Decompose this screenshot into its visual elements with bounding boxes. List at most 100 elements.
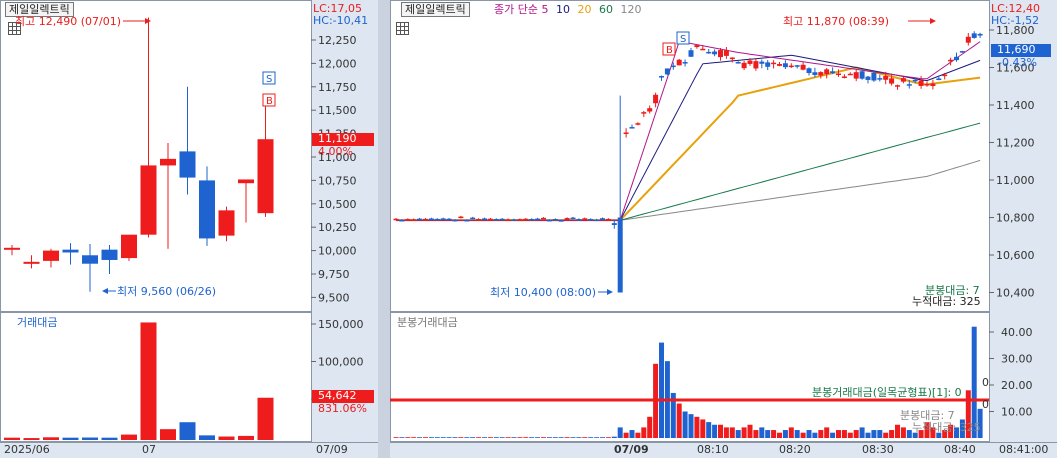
volume-bar bbox=[723, 427, 729, 438]
volume-bar bbox=[405, 437, 411, 438]
buy-marker: B bbox=[666, 45, 673, 56]
minute-x-label-1: 08:10 bbox=[697, 443, 729, 456]
minute-x-label-3: 08:30 bbox=[862, 443, 894, 456]
volume-bar bbox=[700, 419, 706, 438]
y-tick-label: 11,000 bbox=[996, 174, 1035, 187]
volume-bar bbox=[824, 427, 830, 438]
volume-bar bbox=[434, 437, 440, 438]
candle-body bbox=[741, 62, 747, 69]
volume-bar bbox=[411, 437, 417, 438]
candle-body bbox=[199, 180, 215, 239]
volume-bar bbox=[570, 437, 576, 438]
volume-bar bbox=[759, 427, 765, 438]
candle-body bbox=[393, 218, 399, 221]
y-tick-label: 11,200 bbox=[996, 137, 1035, 150]
sell-marker: S bbox=[266, 74, 272, 85]
volume-zero-label: 0 bbox=[982, 376, 989, 389]
candle-body bbox=[694, 45, 700, 48]
candle-body bbox=[818, 72, 824, 76]
volume-overlay-cum: 누적대금: 325 bbox=[912, 421, 981, 434]
candle-body bbox=[140, 165, 157, 235]
candle-body bbox=[859, 71, 865, 79]
candle-body bbox=[552, 219, 558, 221]
volume-bar bbox=[635, 432, 641, 438]
volume-bar bbox=[428, 437, 434, 438]
volume-bar bbox=[895, 424, 900, 438]
sell-marker: S bbox=[680, 34, 686, 45]
candle-body bbox=[747, 60, 753, 64]
vol-tick-label: 30.00 bbox=[1001, 353, 1033, 366]
volume-bar bbox=[535, 437, 541, 438]
volume-bar bbox=[393, 437, 399, 438]
volume-line-label: 분봉거래대금(일목균형표)[1]: 0 bbox=[812, 386, 962, 399]
y-tick-label: 10,250 bbox=[318, 221, 357, 234]
candle-body bbox=[971, 33, 977, 38]
volume-bar bbox=[482, 437, 487, 438]
volume-bar bbox=[541, 437, 546, 438]
candle-body bbox=[493, 219, 499, 221]
volume-bar bbox=[62, 437, 79, 440]
volume-bar bbox=[423, 437, 428, 438]
volume-bar bbox=[257, 397, 274, 440]
candle-body bbox=[900, 78, 906, 82]
daily-price-pct: 4.00% bbox=[318, 145, 353, 158]
y-tick-label: 11,500 bbox=[318, 104, 357, 117]
volume-bar bbox=[446, 437, 452, 438]
candle-body bbox=[257, 139, 274, 214]
volume-bar bbox=[4, 437, 20, 440]
candle-body bbox=[541, 217, 546, 220]
candle-body bbox=[179, 151, 196, 178]
volume-bar bbox=[830, 432, 836, 438]
candle-body bbox=[523, 218, 529, 221]
vol-tick-label: 150,000 bbox=[318, 318, 364, 331]
volume-bar bbox=[588, 437, 594, 438]
volume-bar bbox=[853, 430, 859, 438]
candle-body bbox=[906, 84, 912, 86]
candle-body bbox=[847, 73, 853, 76]
chart-splitter[interactable] bbox=[378, 0, 390, 458]
candle-body bbox=[830, 71, 836, 74]
volume-bar bbox=[600, 437, 605, 438]
candle-body bbox=[101, 249, 118, 260]
volume-bar bbox=[121, 434, 137, 440]
volume-bar bbox=[160, 429, 176, 440]
candle-body bbox=[965, 36, 971, 43]
volume-bar bbox=[788, 427, 794, 438]
volume-bar bbox=[576, 437, 582, 438]
candle-body bbox=[423, 218, 428, 221]
daily-x-label-0: 2025/06 bbox=[4, 443, 50, 456]
volume-bar bbox=[82, 437, 98, 440]
candle-body bbox=[582, 218, 588, 220]
daily-x-label-2: 07/09 bbox=[316, 443, 348, 456]
volume-bar bbox=[611, 436, 617, 438]
y-tick-label: 10,750 bbox=[318, 174, 357, 187]
candle-body bbox=[700, 48, 706, 51]
candle-body bbox=[865, 76, 871, 80]
y-tick-label: 10,500 bbox=[318, 198, 357, 211]
y-tick-label: 9,750 bbox=[318, 268, 350, 281]
candle-body bbox=[62, 249, 79, 253]
volume-bar bbox=[871, 430, 877, 438]
candle-body bbox=[771, 62, 777, 65]
candle-body bbox=[434, 218, 440, 221]
y-tick-label: 10,000 bbox=[318, 245, 357, 258]
y-tick-label: 12,000 bbox=[318, 57, 357, 70]
candle-body bbox=[558, 220, 564, 222]
candle-body bbox=[428, 218, 434, 220]
candle-body bbox=[218, 210, 235, 236]
volume-bar bbox=[43, 437, 59, 440]
ma-120-line bbox=[396, 159, 981, 221]
daily-high-annotation: 최고 12,490 (07/01) bbox=[15, 15, 151, 28]
volume-bar bbox=[558, 437, 564, 438]
minute-low-annotation: 최저 10,400 (08:00) bbox=[490, 286, 613, 299]
volume-bar bbox=[900, 427, 906, 438]
candle-body bbox=[647, 108, 653, 112]
volume-bar bbox=[499, 437, 505, 438]
y-tick-label: 11,750 bbox=[318, 81, 357, 94]
volume-bar bbox=[800, 432, 806, 438]
vol-tick-label: 20.00 bbox=[1001, 379, 1033, 392]
candle-body bbox=[517, 219, 523, 221]
candle-body bbox=[82, 255, 98, 264]
volume-bar bbox=[836, 430, 841, 438]
volume-bar bbox=[101, 437, 118, 440]
